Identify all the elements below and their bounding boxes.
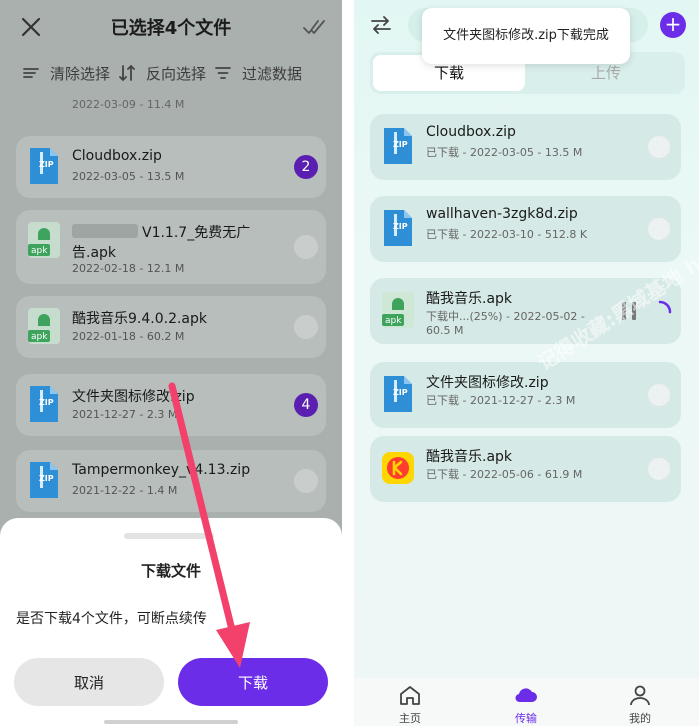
file-row[interactable]: ZIP 文件夹图标修改.zip 2021-12-27 - 2.3 M 4 <box>16 374 326 436</box>
add-button[interactable]: + <box>660 12 686 38</box>
select-circle[interactable] <box>647 135 671 159</box>
transfer-panel: + 下载 上传 文件夹图标修改.zip下载完成 ZIP Cloudbox.zip… <box>354 0 699 726</box>
select-circle[interactable] <box>294 469 318 493</box>
file-row[interactable]: apk 酷我音乐9.4.0.2.apk 2022-01-18 - 60.2 M <box>16 296 326 358</box>
apk-file-icon: apk <box>28 222 60 258</box>
page-title: 已选择4个文件 <box>110 18 232 39</box>
clear-selection-button[interactable]: 清除选择 <box>50 63 110 84</box>
svg-text:ZIP: ZIP <box>39 474 54 483</box>
nav-mine[interactable]: 我的 <box>600 678 680 726</box>
kuwo-app-icon <box>382 452 414 484</box>
select-circle[interactable] <box>647 383 671 407</box>
nav-home-label: 主页 <box>399 712 421 725</box>
file-row[interactable]: ZIP Cloudbox.zip 2022-03-05 - 13.5 M 2 <box>16 136 326 198</box>
zip-file-icon: ZIP <box>384 210 412 246</box>
selection-badge[interactable]: 4 <box>294 393 318 417</box>
partial-row-meta: 2022-03-09 - 11.4 M <box>72 98 185 111</box>
svg-text:apk: apk <box>31 332 48 342</box>
nav-mine-label: 我的 <box>629 712 651 725</box>
file-name: Cloudbox.zip <box>72 148 162 164</box>
home-indicator <box>104 720 238 724</box>
zip-file-icon: ZIP <box>30 462 58 498</box>
file-name: 酷我音乐.apk <box>426 291 513 307</box>
file-meta: 已下载 - 2022-03-10 - 512.8 K <box>426 228 588 241</box>
file-meta: 2022-03-05 - 13.5 M <box>72 170 185 183</box>
file-name: wallhaven-3zgk8d.zip <box>426 206 578 222</box>
sheet-handle[interactable] <box>124 533 214 539</box>
swap-icon[interactable] <box>370 14 392 36</box>
nav-transfer-label: 传输 <box>515 712 537 725</box>
file-name: Tampermonkey_v4.13.zip <box>72 462 251 478</box>
zip-file-icon: ZIP <box>384 128 412 164</box>
selection-toolbar: 清除选择 反向选择 过滤数据 <box>22 62 310 84</box>
svg-text:ZIP: ZIP <box>39 398 54 407</box>
svg-text:apk: apk <box>31 246 48 256</box>
file-name: 酷我音乐.apk <box>426 449 513 465</box>
file-meta: 2022-01-18 - 60.2 M <box>72 330 185 343</box>
select-circle[interactable] <box>294 315 318 339</box>
user-icon <box>630 685 650 706</box>
svg-text:ZIP: ZIP <box>393 140 408 149</box>
selection-badge[interactable]: 2 <box>294 155 318 179</box>
double-check-icon[interactable] <box>302 16 328 38</box>
file-meta: 已下载 - 2022-05-06 - 61.9 M <box>426 468 583 481</box>
download-dialog: 下载文件 是否下载4个文件，可断点续传 取消 下载 <box>0 518 342 726</box>
invert-selection-button[interactable]: 反向选择 <box>146 63 206 84</box>
select-circle[interactable] <box>647 457 671 481</box>
select-circle[interactable] <box>294 235 318 259</box>
file-name: 文件夹图标修改.zip <box>72 389 195 405</box>
cancel-button[interactable]: 取消 <box>14 658 164 706</box>
clear-list-icon <box>23 68 39 78</box>
invert-arrows-icon <box>119 65 135 81</box>
file-meta: 2021-12-22 - 1.4 M <box>72 484 178 497</box>
select-circle[interactable] <box>647 217 671 241</box>
transfer-row[interactable]: 酷我音乐.apk 已下载 - 2022-05-06 - 61.9 M <box>370 436 681 502</box>
file-row[interactable]: ZIP Tampermonkey_v4.13.zip 2021-12-22 - … <box>16 450 326 512</box>
blurred-name <box>72 224 138 238</box>
apk-file-icon: apk <box>28 308 60 344</box>
toast-message: 文件夹图标修改.zip下载完成 <box>422 8 630 64</box>
zip-file-icon: ZIP <box>384 376 412 412</box>
file-name: V1.1.7_免费无广 <box>142 225 251 241</box>
dialog-message: 是否下载4个文件，可断点续传 <box>16 611 207 627</box>
filter-icon <box>215 67 231 79</box>
selection-header: 已选择4个文件 清除选择 反向选择 过滤数据 <box>0 0 342 100</box>
svg-text:ZIP: ZIP <box>393 222 408 231</box>
home-icon <box>400 686 420 705</box>
file-name-continued: 告.apk <box>72 245 117 261</box>
dialog-title: 下载文件 <box>140 562 201 580</box>
nav-home[interactable]: 主页 <box>370 678 450 726</box>
nav-transfer[interactable]: 传输 <box>486 678 566 726</box>
svg-text:ZIP: ZIP <box>393 388 408 397</box>
file-meta: 2021-12-27 - 2.3 M <box>72 408 178 421</box>
filter-data-button[interactable]: 过滤数据 <box>242 63 302 84</box>
file-name: 文件夹图标修改.zip <box>426 375 549 391</box>
file-meta: 已下载 - 2022-03-05 - 13.5 M <box>426 146 583 159</box>
transfer-row[interactable]: ZIP wallhaven-3zgk8d.zip 已下载 - 2022-03-1… <box>370 196 681 262</box>
svg-text:apk: apk <box>385 316 402 326</box>
download-button[interactable]: 下载 <box>178 658 328 706</box>
zip-file-icon: ZIP <box>30 148 58 184</box>
svg-text:ZIP: ZIP <box>39 160 54 169</box>
file-row[interactable]: apk V1.1.7_免费无广 告.apk 2022-02-18 - 12.1 … <box>16 210 326 284</box>
bottom-nav: 主页 传输 我的 <box>354 678 699 726</box>
file-meta: 已下载 - 2021-12-27 - 2.3 M <box>426 394 576 407</box>
file-name: Cloudbox.zip <box>426 124 516 140</box>
apk-file-icon: apk <box>382 292 414 328</box>
zip-file-icon: ZIP <box>30 386 58 422</box>
select-panel: 已选择4个文件 清除选择 反向选择 过滤数据 2022-03-09 - 11.4… <box>0 0 342 726</box>
cloud-icon <box>515 688 537 703</box>
transfer-row[interactable]: ZIP Cloudbox.zip 已下载 - 2022-03-05 - 13.5… <box>370 114 681 180</box>
file-name: 酷我音乐9.4.0.2.apk <box>72 311 208 327</box>
transfer-row[interactable]: ZIP 文件夹图标修改.zip 已下载 - 2021-12-27 - 2.3 M <box>370 362 681 428</box>
file-meta: 2022-02-18 - 12.1 M <box>72 262 185 275</box>
